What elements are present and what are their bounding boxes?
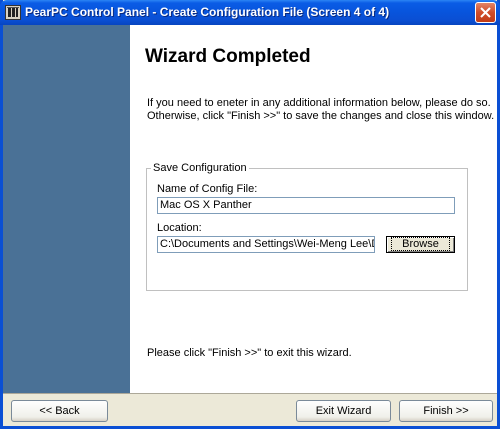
pearpc-app-icon[interactable] [5, 5, 21, 20]
config-name-field[interactable]: Mac OS X Panther [157, 197, 455, 214]
config-name-label: Name of Config File: [157, 183, 258, 195]
browse-button-label: Browse [391, 237, 450, 251]
window-title: PearPC Control Panel - Create Configurat… [25, 5, 390, 19]
wizard-content: Wizard Completed If you need to eneter i… [130, 25, 497, 393]
exit-wizard-button[interactable]: Exit Wizard [296, 400, 391, 422]
footer-note: Please click "Finish >>" to exit this wi… [147, 347, 352, 359]
back-button[interactable]: << Back [11, 400, 108, 422]
intro-text: If you need to eneter in any additional … [147, 97, 495, 123]
browse-button[interactable]: Browse [386, 236, 455, 253]
intro-line-1: If you need to eneter in any additional … [147, 97, 491, 109]
button-bar: << Back Exit Wizard Finish >> [3, 393, 497, 426]
group-title: Save Configuration [151, 162, 249, 174]
intro-line-2: Otherwise, click "Finish >>" to save the… [147, 110, 495, 122]
location-label: Location: [157, 222, 202, 234]
wizard-side-panel [3, 25, 130, 393]
wizard-window: PearPC Control Panel - Create Configurat… [0, 0, 500, 429]
title-bar[interactable]: PearPC Control Panel - Create Configurat… [0, 0, 500, 25]
close-icon [480, 7, 491, 18]
close-button[interactable] [475, 2, 496, 23]
location-field[interactable]: C:\Documents and Settings\Wei-Meng Lee\D… [157, 236, 375, 253]
page-title: Wizard Completed [145, 46, 311, 67]
save-configuration-group: Save Configuration Name of Config File: … [146, 162, 468, 291]
finish-button[interactable]: Finish >> [399, 400, 493, 422]
